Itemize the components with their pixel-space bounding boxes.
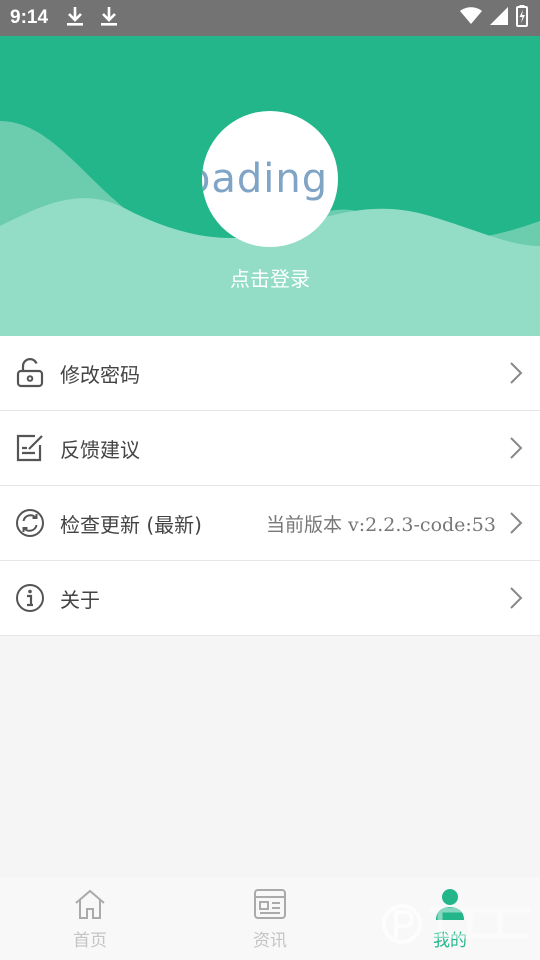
tab-home[interactable]: 首页 [0,878,180,960]
tab-news[interactable]: 资讯 [180,878,360,960]
tab-label: 我的 [433,930,467,951]
login-link[interactable]: 点击登录 [0,263,540,292]
status-bar: 9:14 [0,0,540,36]
tab-label: 首页 [73,930,107,951]
menu-item-change-password[interactable]: 修改密码 [0,336,540,411]
home-icon [73,888,107,924]
avatar-logo-text: oading [202,156,329,202]
chevron-right-icon [506,584,526,612]
download-icon [66,5,84,31]
signal-icon [490,7,508,29]
menu-item-label: 检查更新 (最新) [60,512,202,537]
menu-item-about[interactable]: 关于 [0,561,540,636]
status-time: 9:14 [10,7,49,28]
info-icon [14,582,46,614]
edit-note-icon [14,432,46,464]
wifi-icon [460,7,482,29]
chevron-right-icon [506,359,526,387]
battery-icon [516,5,528,31]
news-icon [253,888,287,924]
unlock-icon [14,357,46,389]
settings-menu: 修改密码 反馈建议 检查更新 (最新) 当前版本 v:2.2.3-code:53… [0,336,540,636]
menu-item-feedback[interactable]: 反馈建议 [0,411,540,486]
tab-label: 资讯 [253,930,287,951]
menu-item-label: 修改密码 [60,362,140,387]
avatar[interactable]: oading [202,111,338,247]
version-text: 当前版本 v:2.2.3-code:53 [265,513,496,536]
user-icon [433,888,467,924]
menu-item-check-update[interactable]: 检查更新 (最新) 当前版本 v:2.2.3-code:53 [0,486,540,561]
chevron-right-icon [506,509,526,537]
profile-header: oading 点击登录 [0,36,540,336]
chevron-right-icon [506,434,526,462]
menu-item-label: 关于 [60,587,100,612]
bottom-nav: 首页 资讯 我的 [0,878,540,960]
download-icon [100,5,118,31]
menu-item-label: 反馈建议 [60,437,140,462]
tab-mine[interactable]: 我的 [360,878,540,960]
refresh-icon [14,507,46,539]
